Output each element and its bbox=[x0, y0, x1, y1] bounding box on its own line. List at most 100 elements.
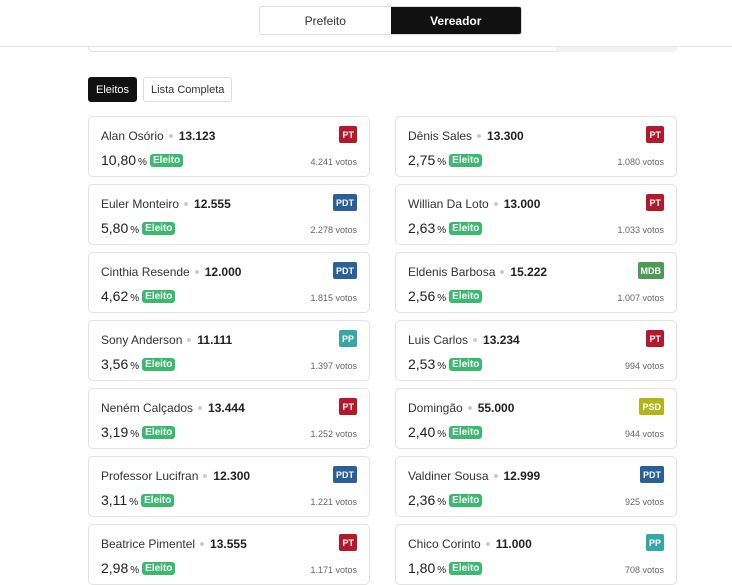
percent-symbol: % bbox=[437, 429, 447, 440]
vote-percentage-line: 5,80% Eleito bbox=[101, 220, 176, 236]
vote-count: 1.221 votos bbox=[310, 497, 357, 507]
candidate-number: 12.555 bbox=[194, 197, 231, 211]
vote-percentage-line: 2,98% Eleito bbox=[101, 560, 176, 576]
candidate-card[interactable]: Cinthia Resende 12.000 4,62% Eleito PDT 1.815… bbox=[88, 252, 370, 313]
party-badge: PP bbox=[338, 330, 357, 347]
candidate-name: Neném Calçados bbox=[101, 401, 194, 415]
party-badge: PSD bbox=[639, 398, 664, 415]
tab-prefeito[interactable]: Prefeito bbox=[260, 7, 391, 34]
vote-percentage: 2,36 bbox=[408, 492, 436, 508]
percent-symbol: % bbox=[437, 225, 447, 236]
eleito-badge: Eleito bbox=[449, 494, 483, 507]
vote-count: 1.171 votos bbox=[310, 565, 357, 575]
party-badge: PT bbox=[646, 194, 664, 211]
eleito-badge: Eleito bbox=[449, 562, 483, 575]
candidate-card[interactable]: Beatrice Pimentel 13.555 2,98% Eleito PT 1.17… bbox=[88, 524, 370, 585]
candidate-number: 13.444 bbox=[208, 401, 245, 415]
candidate-name: Domingão bbox=[408, 401, 463, 415]
vote-percentage-line: 10,80% Eleito bbox=[101, 152, 184, 168]
vote-count: 994 votos bbox=[624, 361, 664, 371]
candidate-card[interactable]: Dênis Sales 13.300 2,75% Eleito PT 1.080 voto… bbox=[395, 116, 677, 177]
candidate-card[interactable]: Willian Da Loto 13.000 2,63% Eleito PT 1.033 … bbox=[395, 184, 677, 245]
vote-percentage: 4,62 bbox=[101, 288, 129, 304]
candidate-card[interactable]: Neném Calçados 13.444 3,19% Eleito PT 1.252 v… bbox=[88, 388, 370, 449]
candidate-card[interactable]: Luis Carlos 13.234 2,53% Eleito PT 994 votos bbox=[395, 320, 677, 381]
percent-symbol: % bbox=[437, 293, 447, 304]
separator-dot bbox=[200, 541, 205, 546]
candidate-card[interactable]: Chico Corinto 11.000 1,80% Eleito PP 708 voto… bbox=[395, 524, 677, 585]
vote-percentage-line: 1,80% Eleito bbox=[408, 560, 483, 576]
vote-percentage: 2,53 bbox=[408, 356, 436, 372]
candidate-number: 13.555 bbox=[210, 537, 247, 551]
candidate-card[interactable]: Valdiner Sousa 12.999 2,36% Eleito PDT 925 vo… bbox=[395, 456, 677, 517]
candidate-name-line: Neném Calçados 13.444 bbox=[101, 401, 245, 415]
percent-symbol: % bbox=[130, 429, 140, 440]
separator-dot bbox=[477, 133, 482, 138]
eleito-badge: Eleito bbox=[449, 154, 483, 167]
vote-percentage: 10,80 bbox=[101, 152, 137, 168]
vote-count: 708 votos bbox=[624, 565, 664, 575]
vote-percentage-line: 3,19% Eleito bbox=[101, 424, 176, 440]
candidate-name: Professor Lucifran bbox=[101, 469, 199, 483]
percent-symbol: % bbox=[437, 497, 447, 508]
percent-symbol: % bbox=[130, 361, 140, 372]
separator-dot bbox=[485, 541, 490, 546]
filter-lista-completa[interactable]: Lista Completa bbox=[143, 77, 233, 102]
vote-percentage: 2,63 bbox=[408, 220, 436, 236]
percent-symbol: % bbox=[130, 565, 140, 576]
candidate-number: 11.000 bbox=[495, 537, 532, 551]
vote-percentage-line: 3,11% Eleito bbox=[101, 492, 175, 508]
party-badge: PDT bbox=[333, 466, 357, 483]
candidate-number: 55.000 bbox=[477, 401, 515, 415]
candidate-name: Cinthia Resende bbox=[101, 265, 190, 279]
eleito-badge: Eleito bbox=[142, 426, 176, 439]
party-badge: PT bbox=[339, 534, 357, 551]
vote-count: 1.033 votos bbox=[617, 225, 664, 235]
vote-percentage: 2,40 bbox=[408, 424, 436, 440]
separator-dot bbox=[493, 201, 498, 206]
candidate-number: 13.000 bbox=[503, 197, 541, 211]
percent-symbol: % bbox=[129, 497, 139, 508]
candidate-card[interactable]: Domingão 55.000 2,40% Eleito PSD 944 votos bbox=[395, 388, 677, 449]
eleito-badge: Eleito bbox=[449, 426, 483, 439]
eleito-badge: Eleito bbox=[142, 290, 176, 303]
separator-dot bbox=[500, 269, 505, 274]
eleito-badge: Eleito bbox=[449, 358, 483, 371]
vote-percentage: 5,80 bbox=[101, 220, 129, 236]
vote-percentage-line: 4,62% Eleito bbox=[101, 288, 176, 304]
filter-eleitos[interactable]: Eleitos bbox=[88, 77, 138, 102]
vote-percentage-line: 2,40% Eleito bbox=[408, 424, 483, 440]
separator-dot bbox=[184, 201, 189, 206]
candidate-name-line: Domingão 55.000 bbox=[408, 401, 514, 415]
tab-vereador[interactable]: Vereador bbox=[390, 7, 521, 34]
eleito-badge: Eleito bbox=[141, 494, 175, 507]
candidate-name-line: Luis Carlos 13.234 bbox=[408, 333, 520, 347]
candidate-name-line: Cinthia Resende 12.000 bbox=[101, 265, 241, 279]
vote-percentage-line: 2,75% Eleito bbox=[408, 152, 483, 168]
percent-symbol: % bbox=[130, 293, 140, 304]
candidate-name-line: Euler Monteiro 12.555 bbox=[101, 197, 231, 211]
candidate-name: Euler Monteiro bbox=[101, 197, 180, 211]
candidate-card[interactable]: Euler Monteiro 12.555 5,80% Eleito PDT 2.278 … bbox=[88, 184, 370, 245]
vote-count: 4.241 votos bbox=[310, 157, 357, 167]
candidate-card[interactable]: Sony Anderson 11.111 3,56% Eleito PP 1.397 vo… bbox=[88, 320, 370, 381]
party-badge: MDB bbox=[637, 262, 664, 279]
candidate-card[interactable]: Eldenis Barbosa 15.222 2,56% Eleito MDB 1.007… bbox=[395, 252, 677, 313]
vote-percentage: 1,80 bbox=[408, 560, 436, 576]
candidate-name-line: Beatrice Pimentel 13.555 bbox=[101, 537, 247, 551]
candidate-card[interactable]: Professor Lucifran 12.300 3,11% Eleito PDT 1.… bbox=[88, 456, 370, 517]
candidate-name-line: Professor Lucifran 12.300 bbox=[101, 469, 250, 483]
eleito-badge: Eleito bbox=[449, 222, 483, 235]
candidate-name-line: Valdiner Sousa 12.999 bbox=[408, 469, 540, 483]
candidate-name: Eldenis Barbosa bbox=[408, 265, 496, 279]
party-badge: PT bbox=[339, 126, 357, 143]
vote-count: 1.007 votos bbox=[617, 293, 664, 303]
search-button-edge bbox=[556, 47, 677, 52]
separator-dot bbox=[203, 473, 208, 478]
eleito-badge: Eleito bbox=[142, 562, 176, 575]
vote-count: 925 votos bbox=[624, 497, 664, 507]
vote-count: 1.080 votos bbox=[617, 157, 664, 167]
candidate-name-line: Willian Da Loto 13.000 bbox=[408, 197, 540, 211]
vote-percentage-line: 3,56% Eleito bbox=[101, 356, 176, 372]
candidate-card[interactable]: Alan Osório 13.123 10,80% Eleito PT 4.241 vot… bbox=[88, 116, 370, 177]
